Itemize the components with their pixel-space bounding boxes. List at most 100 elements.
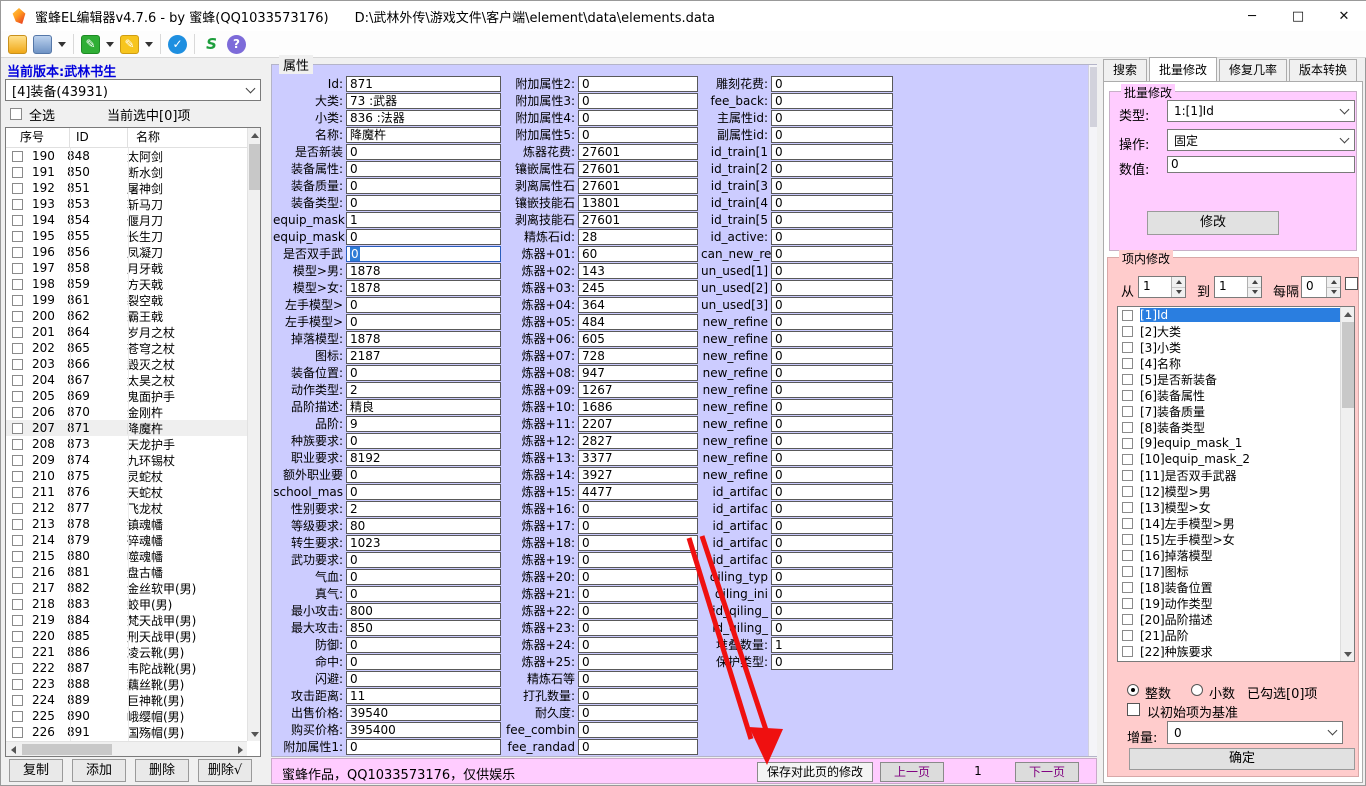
field-input[interactable]: 0 <box>771 467 893 483</box>
row-checkbox[interactable] <box>12 247 23 258</box>
field-list-item[interactable]: [19]动作类型 <box>1118 595 1354 611</box>
export-icon[interactable]: ✎ <box>120 35 139 54</box>
field-checkbox[interactable] <box>1122 406 1133 417</box>
list-item[interactable]: 209874九环锡杖 <box>6 452 247 468</box>
row-checkbox[interactable] <box>12 231 23 242</box>
field-input[interactable]: 0 <box>578 586 698 602</box>
field-input[interactable]: 0 <box>578 110 698 126</box>
field-input[interactable]: 0 <box>771 416 893 432</box>
increment-dropdown[interactable]: 0 <box>1167 721 1343 744</box>
scrollbar-thumb[interactable] <box>22 744 112 755</box>
field-input[interactable]: 0 <box>771 178 893 194</box>
field-checkbox[interactable] <box>1122 470 1133 481</box>
field-input[interactable]: 0 <box>578 501 698 517</box>
column-header-id[interactable]: ID <box>70 128 128 147</box>
field-list-item[interactable]: [9]equip_mask_1 <box>1118 435 1354 451</box>
field-input[interactable]: 605 <box>578 331 698 347</box>
field-input[interactable]: 0 <box>771 433 893 449</box>
import-dropdown-icon[interactable] <box>106 42 114 47</box>
field-checkbox[interactable] <box>1122 326 1133 337</box>
scrollbar-thumb[interactable] <box>1342 322 1354 408</box>
field-list-item[interactable]: [17]图标 <box>1118 563 1354 579</box>
row-checkbox[interactable] <box>12 311 23 322</box>
list-item[interactable]: 210875灵蛇杖 <box>6 468 247 484</box>
field-checkbox[interactable] <box>1122 630 1133 641</box>
field-input[interactable]: 0 <box>771 501 893 517</box>
field-input[interactable]: 0 <box>578 127 698 143</box>
field-input[interactable]: 0 <box>578 569 698 585</box>
row-checkbox[interactable] <box>12 391 23 402</box>
list-item[interactable]: 219884梵天战甲(男) <box>6 612 247 628</box>
export-dropdown-icon[interactable] <box>145 42 153 47</box>
field-input[interactable]: 0 <box>771 365 893 381</box>
field-input[interactable]: 0 <box>578 705 698 721</box>
field-list-item[interactable]: [2]大类 <box>1118 323 1354 339</box>
spin-down-icon[interactable] <box>1172 288 1185 298</box>
apply-button[interactable]: 修改 <box>1147 211 1279 235</box>
field-list-item[interactable]: [1]Id <box>1118 307 1354 323</box>
confirm-button[interactable]: 确定 <box>1129 748 1355 770</box>
field-list-item[interactable]: [4]名称 <box>1118 355 1354 371</box>
scroll-left-icon[interactable] <box>6 742 20 757</box>
tab-batch-edit[interactable]: 批量修改 <box>1149 57 1217 81</box>
field-input[interactable]: 0 <box>771 399 893 415</box>
field-input[interactable]: 0 <box>578 688 698 704</box>
row-checkbox[interactable] <box>12 295 23 306</box>
field-checkbox[interactable] <box>1122 550 1133 561</box>
field-input[interactable]: 0 <box>771 110 893 126</box>
field-list-scrollbar[interactable] <box>1340 307 1354 661</box>
tab-search[interactable]: 搜索 <box>1103 59 1147 81</box>
every-stepper[interactable]: 0 <box>1301 276 1341 298</box>
field-input[interactable]: 0 <box>771 127 893 143</box>
field-input[interactable]: 0 <box>346 569 501 585</box>
row-checkbox[interactable] <box>12 199 23 210</box>
field-input[interactable]: 28 <box>578 229 698 245</box>
field-input[interactable]: 0 <box>346 144 501 160</box>
vertical-scrollbar[interactable] <box>247 128 260 741</box>
field-input[interactable]: 836 :法器 <box>346 110 501 126</box>
value-input[interactable]: 0 <box>1167 156 1355 173</box>
minimize-icon[interactable]: ─ <box>1229 1 1275 31</box>
properties-scrollbar[interactable] <box>1088 65 1097 756</box>
field-checkbox[interactable] <box>1122 358 1133 369</box>
field-input[interactable]: 0 <box>346 195 501 211</box>
field-input[interactable]: 0 <box>346 178 501 194</box>
maximize-icon[interactable]: □ <box>1275 1 1321 31</box>
row-checkbox[interactable] <box>12 375 23 386</box>
field-input[interactable]: 0 <box>771 620 893 636</box>
field-list-item[interactable]: [14]左手模型>男 <box>1118 515 1354 531</box>
list-item[interactable]: 208873天龙护手 <box>6 436 247 452</box>
field-list-item[interactable]: [12]模型>男 <box>1118 483 1354 499</box>
field-input[interactable]: 0 <box>771 297 893 313</box>
validate-icon[interactable]: ✓ <box>168 35 187 54</box>
field-input[interactable]: 0 <box>578 603 698 619</box>
scroll-down-icon[interactable] <box>248 727 261 741</box>
row-checkbox[interactable] <box>12 519 23 530</box>
field-input[interactable]: 0 <box>346 161 501 177</box>
field-list-item[interactable]: [6]装备属性 <box>1118 387 1354 403</box>
list-item[interactable]: 192851屠神剑 <box>6 180 247 196</box>
row-checkbox[interactable] <box>12 327 23 338</box>
field-list-item[interactable]: [13]模型>女 <box>1118 499 1354 515</box>
scroll-up-icon[interactable] <box>1341 307 1355 321</box>
field-input[interactable]: 0 <box>771 331 893 347</box>
field-input[interactable]: 1267 <box>578 382 698 398</box>
save-page-button[interactable]: 保存对此页的修改 <box>757 762 873 782</box>
field-checkbox[interactable] <box>1122 646 1133 657</box>
list-item[interactable]: 191850断水剑 <box>6 164 247 180</box>
field-input[interactable]: 728 <box>578 348 698 364</box>
from-stepper[interactable]: 1 <box>1138 276 1186 298</box>
row-checkbox[interactable] <box>12 151 23 162</box>
field-input[interactable]: 0 <box>346 467 501 483</box>
field-input[interactable]: 0 <box>346 433 501 449</box>
decimal-radio[interactable] <box>1191 684 1203 696</box>
scroll-up-icon[interactable] <box>248 128 261 142</box>
field-input[interactable]: 降魔杵 <box>346 127 501 143</box>
list-item[interactable]: 207871降魔杵 <box>6 420 247 436</box>
field-checkbox[interactable] <box>1122 438 1133 449</box>
save-dropdown-icon[interactable] <box>58 42 66 47</box>
row-checkbox[interactable] <box>12 423 23 434</box>
field-input[interactable]: 0 <box>578 535 698 551</box>
field-input[interactable]: 0 <box>771 212 893 228</box>
delete-button[interactable]: 删除 <box>135 759 189 782</box>
